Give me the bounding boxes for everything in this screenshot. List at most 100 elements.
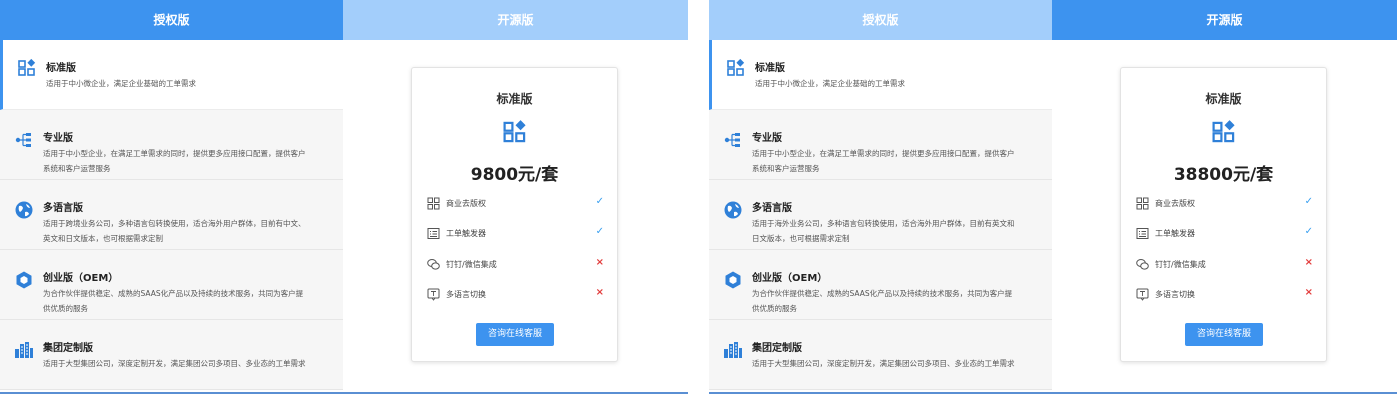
check-icon: ✓ <box>595 226 604 237</box>
edition-item-group[interactable]: 集团定制版 适用于大型集团公司，深度定制开发，满足集团公司多项目、多业态的工单需… <box>709 320 1052 390</box>
cube-blocks-icon <box>18 58 36 76</box>
hexagon-icon <box>725 271 741 289</box>
consult-online-button[interactable]: 咨询在线客服 <box>476 323 554 346</box>
pricing-panel-right: 授权版 开源版 标准版 适用于中小微企业，满足企业基础的工单需求 专业版 适用于… <box>709 0 1397 394</box>
edition-item-oem[interactable]: 创业版（OEM） 为合作伙伴提供稳定、成熟的SAAS化产品以及持续的技术服务，共… <box>709 250 1052 320</box>
hierarchy-icon <box>724 133 740 147</box>
feature-label: 钉钉/微信集成 <box>446 260 497 269</box>
plan-price: 9800元/套 <box>470 165 559 185</box>
desc-line: 为合作伙伴提供稳定、成熟的SAAS化产品以及持续的技术服务，共同为客户提 <box>43 289 304 298</box>
plan-title: 标准版 <box>1205 92 1242 106</box>
consult-online-button[interactable]: 咨询在线客服 <box>1185 323 1263 346</box>
feature-label: 工单触发器 <box>1155 229 1195 238</box>
edition-desc: 适用于跨境业务公司，多种语言包转换使用，适合海外用户群体，目前有中文、 英文和日文… <box>43 216 333 246</box>
buildings-icon <box>15 342 33 358</box>
buildings-icon <box>724 342 742 358</box>
edition-item-group[interactable]: 集团定制版 适用于大型集团公司，深度定制开发，满足集团公司多项目、多业态的工单需… <box>0 320 343 390</box>
tab-licensed[interactable]: 授权版 <box>709 0 1052 40</box>
edition-desc: 适用于中小型企业，在满足工单需求的同时，提供更多应用接口配置，提供客户 系统和客户… <box>752 146 1042 176</box>
edition-list: 标准版 适用于中小微企业，满足企业基础的工单需求 专业版 适用于中小型企业，在满… <box>0 40 343 390</box>
edition-item-multilingual[interactable]: 多语言版 适用于跨境业务公司，多种语言包转换使用，适合海外用户群体，目前有中文、… <box>0 180 343 250</box>
check-icon: ✓ <box>1304 196 1313 207</box>
feature-row: 多语言切换 × <box>1136 287 1313 303</box>
edition-name: 专业版 <box>43 133 73 144</box>
feature-row: 钉钉/微信集成 × <box>427 257 604 273</box>
grid-icon <box>427 197 440 210</box>
tab-open-source[interactable]: 开源版 <box>343 0 688 40</box>
edition-desc: 适用于中小微企业，满足企业基础的工单需求 <box>46 79 196 88</box>
desc-line: 供优质的服务 <box>43 304 88 313</box>
edition-item-standard[interactable]: 标准版 适用于中小微企业，满足企业基础的工单需求 <box>0 40 343 110</box>
tab-licensed[interactable]: 授权版 <box>0 0 343 40</box>
translate-icon <box>427 288 440 301</box>
edition-name: 多语言版 <box>752 203 792 214</box>
edition-desc: 适用于中小微企业，满足企业基础的工单需求 <box>755 79 905 88</box>
edition-name: 标准版 <box>46 63 76 74</box>
edition-name: 创业版（OEM） <box>43 273 119 284</box>
edition-item-professional[interactable]: 专业版 适用于中小型企业，在满足工单需求的同时，提供更多应用接口配置，提供客户系… <box>0 110 343 180</box>
panel-separator <box>688 0 709 394</box>
cube-blocks-icon <box>1212 120 1235 143</box>
feature-row: 商业去版权 ✓ <box>1136 196 1313 212</box>
check-icon: ✓ <box>595 196 604 207</box>
edition-desc: 为合作伙伴提供稳定、成熟的SAAS化产品以及持续的技术服务，共同为客户提 供优质的… <box>43 286 333 316</box>
plan-card: 标准版 9800元/套 商业去版权 ✓ 工单触发器 ✓ 钉钉/微信集成 × 多语… <box>411 67 618 362</box>
edition-list: 标准版 适用于中小微企业，满足企业基础的工单需求 专业版 适用于中小型企业，在满… <box>709 40 1052 390</box>
edition-desc: 适用于海外业务公司，多种语言包转换使用，适合海外用户群体，目前有英文和 日文版本，… <box>752 216 1042 246</box>
pricing-panel-left: 授权版 开源版 标准版 适用于中小微企业，满足企业基础的工单需求 专业版 适用于… <box>0 0 688 394</box>
cross-icon: × <box>595 287 604 298</box>
cube-blocks-icon <box>727 58 745 76</box>
feature-row: 商业去版权 ✓ <box>427 196 604 212</box>
tab-open-source[interactable]: 开源版 <box>1052 0 1397 40</box>
globe-icon <box>15 201 33 219</box>
hierarchy-icon <box>15 133 31 147</box>
edition-item-multilingual[interactable]: 多语言版 适用于海外业务公司，多种语言包转换使用，适合海外用户群体，目前有英文和… <box>709 180 1052 250</box>
edition-name: 专业版 <box>752 133 782 144</box>
cross-icon: × <box>1304 287 1313 298</box>
cube-blocks-icon <box>503 120 526 143</box>
edition-name: 集团定制版 <box>43 343 93 354</box>
check-icon: ✓ <box>1304 226 1313 237</box>
chat-icon <box>427 259 440 270</box>
edition-tabs: 授权版 开源版 <box>709 0 1397 40</box>
edition-name: 集团定制版 <box>752 343 802 354</box>
edition-desc: 为合作伙伴提供稳定、成熟的SAAS化产品以及持续的技术服务，共同为客户提 供优质的… <box>752 286 1042 316</box>
desc-line: 系统和客户运营服务 <box>43 164 111 173</box>
edition-name: 标准版 <box>755 63 785 74</box>
edition-item-standard[interactable]: 标准版 适用于中小微企业，满足企业基础的工单需求 <box>709 40 1052 110</box>
desc-line: 英文和日文版本，也可根据需求定制 <box>43 234 163 243</box>
edition-name: 创业版（OEM） <box>752 273 828 284</box>
feature-label: 工单触发器 <box>446 229 486 238</box>
edition-desc: 适用于大型集团公司，深度定制开发，满足集团公司多项目、多业态的工单需求 <box>43 359 306 368</box>
feature-label: 商业去版权 <box>1155 199 1195 208</box>
form-icon <box>427 228 440 239</box>
grid-icon <box>1136 197 1149 210</box>
desc-line: 为合作伙伴提供稳定、成熟的SAAS化产品以及持续的技术服务，共同为客户提 <box>752 289 1013 298</box>
desc-line: 适用于跨境业务公司，多种语言包转换使用，适合海外用户群体，目前有中文、 <box>43 219 306 228</box>
cross-icon: × <box>595 257 604 268</box>
cross-icon: × <box>1304 257 1313 268</box>
globe-icon <box>724 201 742 219</box>
desc-line: 供优质的服务 <box>752 304 797 313</box>
plan-price: 38800元/套 <box>1173 165 1274 185</box>
desc-line: 适用于中小型企业，在满足工单需求的同时，提供更多应用接口配置，提供客户 <box>752 149 1015 158</box>
translate-icon <box>1136 288 1149 301</box>
edition-item-oem[interactable]: 创业版（OEM） 为合作伙伴提供稳定、成熟的SAAS化产品以及持续的技术服务，共… <box>0 250 343 320</box>
edition-desc: 适用于大型集团公司，深度定制开发，满足集团公司多项目、多业态的工单需求 <box>752 359 1015 368</box>
feature-label: 多语言切换 <box>1155 290 1195 299</box>
desc-line: 系统和客户运营服务 <box>752 164 820 173</box>
edition-item-professional[interactable]: 专业版 适用于中小型企业，在满足工单需求的同时，提供更多应用接口配置，提供客户系… <box>709 110 1052 180</box>
feature-row: 钉钉/微信集成 × <box>1136 257 1313 273</box>
chat-icon <box>1136 259 1149 270</box>
hexagon-icon <box>16 271 32 289</box>
desc-line: 日文版本，也可根据需求定制 <box>752 234 850 243</box>
feature-label: 多语言切换 <box>446 290 486 299</box>
edition-tabs: 授权版 开源版 <box>0 0 688 40</box>
desc-line: 适用于中小型企业，在满足工单需求的同时，提供更多应用接口配置，提供客户 <box>43 149 306 158</box>
edition-name: 多语言版 <box>43 203 83 214</box>
feature-row: 工单触发器 ✓ <box>1136 226 1313 242</box>
desc-line: 适用于海外业务公司，多种语言包转换使用，适合海外用户群体，目前有英文和 <box>752 219 1015 228</box>
plan-title: 标准版 <box>496 92 533 106</box>
feature-label: 钉钉/微信集成 <box>1155 260 1206 269</box>
feature-row: 工单触发器 ✓ <box>427 226 604 242</box>
